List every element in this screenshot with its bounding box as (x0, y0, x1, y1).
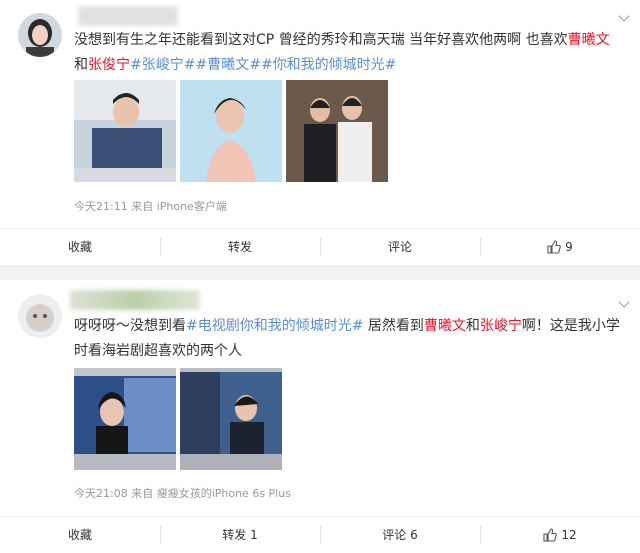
hashtag-link[interactable]: #电视剧你和我的倾城时光# (186, 318, 363, 334)
post-image[interactable] (74, 368, 176, 470)
thumbs-up-icon (543, 527, 558, 542)
text-segment: 和 (74, 57, 88, 73)
thumbs-up-icon (547, 239, 562, 254)
hashtag-link[interactable]: #你和我的倾城时光# (261, 57, 396, 73)
avatar[interactable] (18, 13, 62, 57)
comment-button[interactable]: 评论 (320, 229, 480, 264)
mention-link[interactable]: 张峻宁 (480, 318, 522, 334)
hashtag-link[interactable]: #曹曦文# (195, 57, 260, 73)
hashtag-link[interactable]: #张峻宁# (130, 57, 195, 73)
mention-link[interactable]: 曹曦文 (568, 32, 610, 48)
post-image[interactable] (180, 80, 282, 182)
post-meta: 今天21:08 来自 瘦瘦女孩的iPhone 6s Plus (74, 487, 291, 500)
post-image[interactable] (286, 80, 388, 182)
collect-button[interactable]: 收藏 (0, 229, 160, 264)
post-meta: 今天21:11 来自 iPhone客户端 (74, 200, 227, 213)
weibo-post-1: 没想到有生之年还能看到这对CP 曾经的秀玲和高天瑞 当年好喜欢他两啊 也喜欢曹曦… (0, 0, 640, 265)
post-text: 没想到有生之年还能看到这对CP 曾经的秀玲和高天瑞 当年好喜欢他两啊 也喜欢曹曦… (74, 28, 622, 78)
text-segment: 居然看到 (363, 318, 424, 334)
collect-button[interactable]: 收藏 (0, 517, 160, 552)
text-segment: 没想到有生之年还能看到这对CP 曾经的秀玲和高天瑞 当年好喜欢他两啊 也喜欢 (74, 32, 568, 48)
mention-link[interactable]: 曹曦文 (424, 318, 466, 334)
post-text: 呀呀呀～没想到看#电视剧你和我的倾城时光# 居然看到曹曦文和张峻宁啊！这是我小学… (74, 314, 622, 364)
username-blurred[interactable] (70, 290, 200, 310)
repost-button[interactable]: 转发 (160, 229, 320, 264)
chevron-down-icon[interactable] (618, 10, 630, 22)
username-blurred[interactable] (78, 6, 178, 26)
like-button[interactable]: 9 (480, 229, 640, 264)
action-bar: 收藏 转发 1 评论 6 12 (0, 516, 640, 552)
mention-link[interactable]: 张 (88, 57, 102, 73)
post-image[interactable] (180, 368, 282, 470)
text-segment: 呀呀呀～没想到看 (74, 318, 186, 334)
mention-link[interactable]: 俊宁 (102, 57, 130, 73)
comment-button[interactable]: 评论 6 (320, 517, 480, 552)
like-button[interactable]: 12 (480, 517, 640, 552)
chevron-down-icon[interactable] (618, 296, 630, 308)
action-bar: 收藏 转发 评论 9 (0, 228, 640, 264)
post-image[interactable] (74, 80, 176, 182)
avatar[interactable] (18, 294, 62, 338)
weibo-post-2: 呀呀呀～没想到看#电视剧你和我的倾城时光# 居然看到曹曦文和张峻宁啊！这是我小学… (0, 280, 640, 553)
repost-button[interactable]: 转发 1 (160, 517, 320, 552)
text-segment: 和 (465, 318, 480, 334)
